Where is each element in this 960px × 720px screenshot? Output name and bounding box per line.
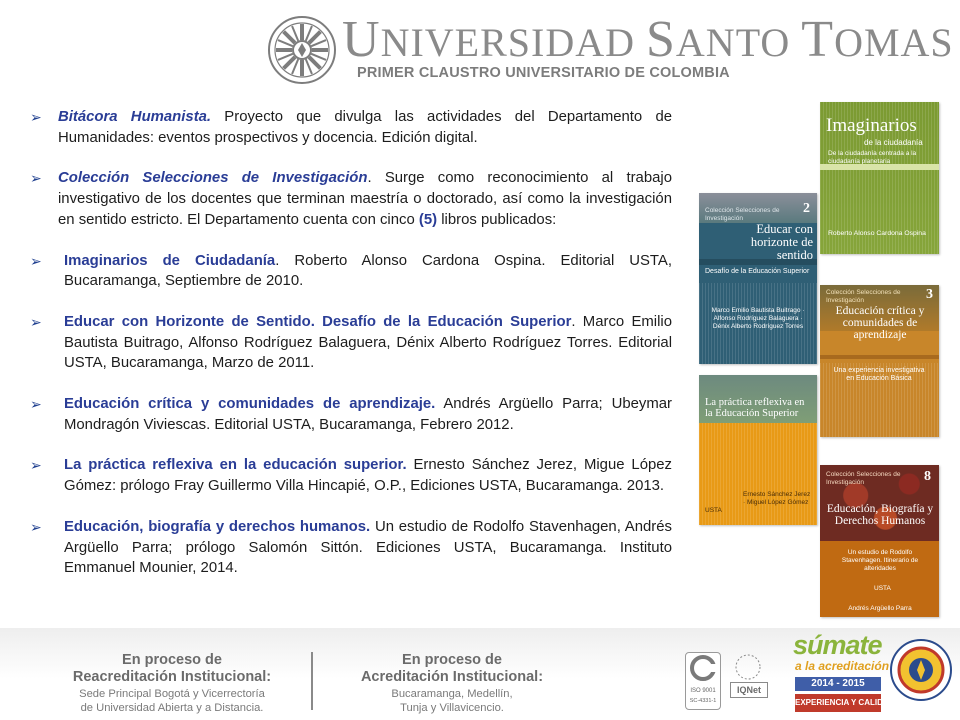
cover-author: Roberto Alonso Cardona Ospina xyxy=(828,230,926,237)
arrow-bullet-icon: ➢ xyxy=(30,170,42,187)
title-initial-s: S xyxy=(646,11,676,68)
sub-line: de Universidad Abierta y a Distancia. xyxy=(80,701,264,714)
accreditation-footer: En proceso de Reacreditación Institucion… xyxy=(0,628,960,720)
sumate-title: súmate xyxy=(793,630,883,660)
entry-title: Educar con Horizonte de Sentido. Desafío… xyxy=(64,313,572,330)
cover-number: 2 xyxy=(803,201,810,216)
iqnet-logo: IQNet xyxy=(726,652,770,708)
title-initial-u: U xyxy=(342,11,381,68)
cover-title: La práctica reflexiva en la Educación Su… xyxy=(705,397,805,420)
cover-title: Imaginarios xyxy=(826,115,917,136)
accreditation-campuses: Bucaramanga, Medellín, Tunja y Villavice… xyxy=(352,688,552,715)
cover-subtitle: de la ciudadanía xyxy=(864,138,923,147)
cover-series: Colección Selecciones de Investigación xyxy=(826,289,901,304)
university-name: UNIVERSIDAD SANTO TOMAS xyxy=(342,14,954,66)
seal-ray xyxy=(307,55,322,70)
cover-title: Educación crítica y comunidades de apren… xyxy=(835,305,925,342)
accreditation-heading: En proceso de Acreditación Institucional… xyxy=(352,652,552,686)
title-part-omas: OMAS xyxy=(834,20,954,65)
heading-line: Reacreditación Institucional: xyxy=(72,669,272,685)
iqnet-label: IQNet xyxy=(730,682,768,698)
list-item-biografia: ➢ Educación, biografía y derechos humano… xyxy=(30,517,672,579)
list-item-imaginarios: ➢ Imaginarios de Ciudadanía. Roberto Alo… xyxy=(30,251,672,292)
iso-label: ISO 9001 xyxy=(690,688,716,694)
arrow-bullet-icon: ➢ xyxy=(30,252,42,269)
footer-divider xyxy=(311,652,313,710)
entry-text-end: libros publicados: xyxy=(437,211,557,228)
seal-ray xyxy=(282,55,297,70)
icontec-iso-logo: ISO 9001 SC-4331-1 xyxy=(685,652,721,710)
entry-title: Educación, biografía y derechos humanos. xyxy=(64,518,371,535)
entry-title: Colección Selecciones de Investigación xyxy=(58,170,368,187)
cover-number: 8 xyxy=(924,469,931,484)
page-header: UNIVERSIDAD SANTO TOMAS PRIMER CLAUSTRO … xyxy=(0,0,960,95)
sumate-subtitle: a la acreditación xyxy=(795,659,890,673)
sub-line: Bucaramanga, Medellín, xyxy=(391,688,513,700)
seal-ray xyxy=(307,30,322,45)
seal-ray xyxy=(282,30,297,45)
cover-series: Colección Selecciones de Investigación xyxy=(826,471,901,486)
university-crest-icon xyxy=(890,639,952,701)
cover-subtitle: Una experiencia investigativa en Educaci… xyxy=(833,367,925,383)
list-item-bitacora: ➢ Bitácora Humanista. Proyecto que divul… xyxy=(30,107,672,148)
sumate-slogan: EXPERIENCIA Y CALIDAD xyxy=(795,694,894,712)
cover-number: 3 xyxy=(926,287,933,302)
cover-subtitle: Un estudio de Rodolfo Stavenhagen. Itine… xyxy=(841,549,919,572)
title-initial-t: T xyxy=(801,11,835,68)
cover-title: Educación, Biografía y Derechos Humanos xyxy=(826,503,934,528)
cover-imprint: USTA xyxy=(705,507,722,514)
list-item-educar: ➢ Educar con Horizonte de Sentido. Desaf… xyxy=(30,312,672,374)
cover-series: Colección Selecciones de Investigación xyxy=(705,207,780,222)
reaccreditation-campuses: Sede Principal Bogotá y Vicerrectoría de… xyxy=(72,688,272,715)
heading-line: En proceso de xyxy=(122,652,222,668)
reaccreditation-heading: En proceso de Reacreditación Institucion… xyxy=(72,652,272,686)
arrow-bullet-icon: ➢ xyxy=(30,396,42,413)
university-seal-logo xyxy=(268,16,336,84)
cover-author: Andrés Argüello Parra xyxy=(848,605,912,612)
cover-imaginarios: Imaginarios de la ciudadanía De la ciuda… xyxy=(820,102,939,254)
publications-list: ➢ Bitácora Humanista. Proyecto que divul… xyxy=(30,107,672,579)
title-part-anto: ANTO xyxy=(675,20,802,65)
heading-line: Acreditación Institucional: xyxy=(360,669,544,685)
cover-educar: Colección Selecciones de Investigación 2… xyxy=(699,193,817,364)
entry-title: Bitácora Humanista. xyxy=(58,109,212,125)
cover-subtitle: Desafío de la Educación Superior xyxy=(705,268,810,275)
sub-line: Sede Principal Bogotá y Vicerrectoría xyxy=(79,688,265,700)
list-item-educacion-critica: ➢ Educación crítica y comunidades de apr… xyxy=(30,394,672,435)
university-subtitle: PRIMER CLAUSTRO UNIVERSITARIO DE COLOMBI… xyxy=(357,65,730,81)
entry-title: Educación crítica y comunidades de apren… xyxy=(64,396,436,413)
arrow-bullet-icon: ➢ xyxy=(30,457,42,474)
cover-imprint: USTA xyxy=(874,585,891,592)
cover-biografia: Colección Selecciones de Investigación 8… xyxy=(820,465,939,617)
list-item-practica-reflexiva: ➢ La práctica reflexiva en la educación … xyxy=(30,455,672,496)
cover-practica-reflexiva: La práctica reflexiva en la Educación Su… xyxy=(699,375,817,525)
entry-title: La práctica reflexiva en la educación su… xyxy=(64,457,407,474)
cover-authors: Ernesto Sánchez Jerez · Miguel López Góm… xyxy=(743,491,811,506)
cover-authors: Marco Emilio Bautista Buitrago · Alfonso… xyxy=(711,307,805,330)
arrow-bullet-icon: ➢ xyxy=(30,518,42,535)
arrow-bullet-icon: ➢ xyxy=(30,313,42,330)
icontec-icon xyxy=(690,655,716,681)
sub-line: Tunja y Villavicencio. xyxy=(400,701,504,714)
list-item-coleccion: ➢ Colección Selecciones de Investigación… xyxy=(30,168,672,230)
entry-title: Imaginarios de Ciudadanía xyxy=(64,252,276,269)
cover-educacion-critica: Colección Selecciones de Investigación 3… xyxy=(820,285,939,437)
title-part-niversidad: NIVERSIDAD xyxy=(380,20,646,65)
arrow-bullet-icon: ➢ xyxy=(30,109,42,125)
sumate-years: 2014 - 2015 xyxy=(795,677,881,691)
iqnet-ring-icon xyxy=(735,654,761,680)
sumate-acreditacion-badge: súmate a la acreditación 2014 - 2015 EXP… xyxy=(791,630,894,718)
cover-title: Educar con horizonte de sentido xyxy=(750,222,813,263)
book-count: (5) xyxy=(418,211,438,228)
iso-code: SC-4331-1 xyxy=(689,698,717,704)
heading-line: En proceso de xyxy=(402,652,502,668)
